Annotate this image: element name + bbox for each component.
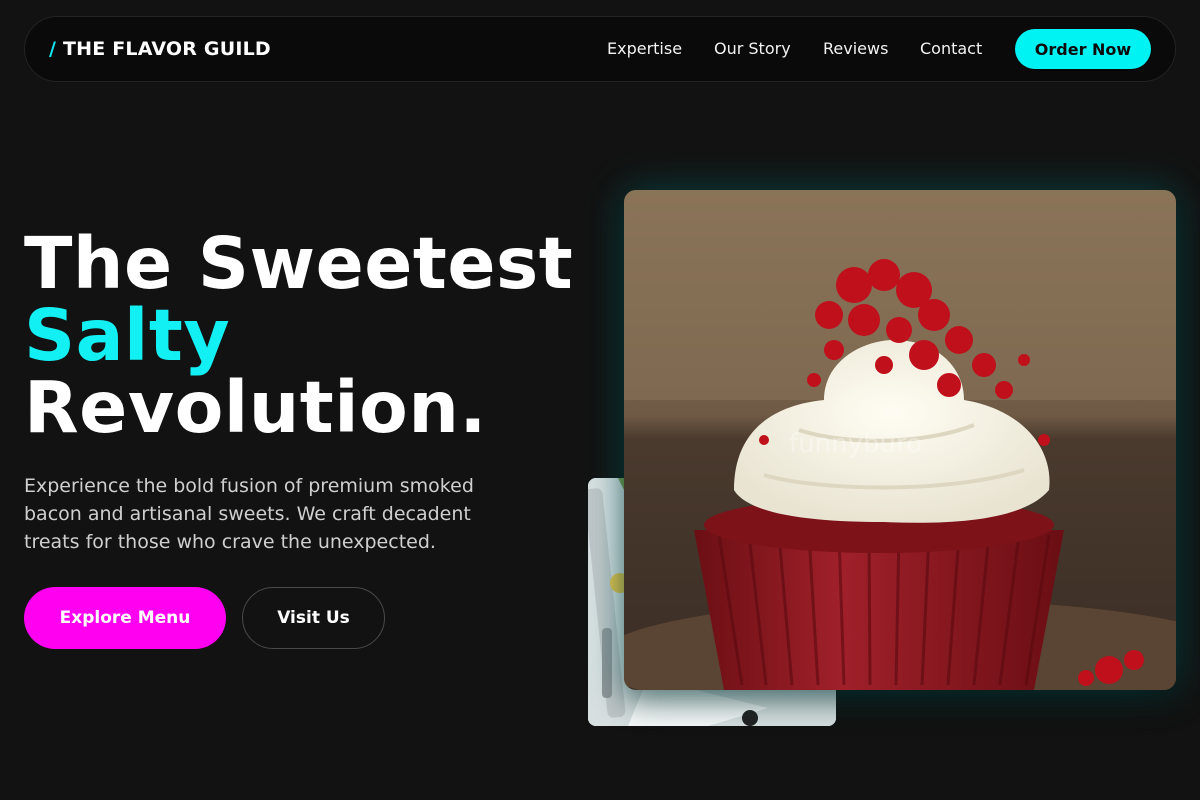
photo-watermark: funnyburo [789, 429, 922, 459]
top-navigation: / THE FLAVOR GUILD Expertise Our Story R… [24, 16, 1176, 82]
nav-link-contact[interactable]: Contact [920, 39, 982, 58]
nav-link-expertise[interactable]: Expertise [607, 39, 682, 58]
nav-link-our-story[interactable]: Our Story [714, 39, 791, 58]
brand-slash: / [49, 38, 57, 60]
hero-headline: The Sweetest Salty Revolution. [24, 228, 573, 444]
headline-accent: Salty [24, 294, 231, 377]
brand-name: THE FLAVOR GUILD [62, 38, 271, 60]
hero-description: Experience the bold fusion of premium sm… [24, 475, 474, 553]
nav-link-reviews[interactable]: Reviews [823, 39, 888, 58]
brand-logo[interactable]: / THE FLAVOR GUILD [49, 38, 271, 60]
visit-us-button[interactable]: Visit Us [242, 587, 385, 649]
order-now-button[interactable]: Order Now [1015, 29, 1151, 69]
headline-line-3: Revolution. [24, 366, 487, 449]
explore-menu-button[interactable]: Explore Menu [24, 587, 226, 649]
cupcake-photo: funnyburo [624, 190, 1176, 690]
headline-line-1: The Sweetest [24, 222, 574, 305]
